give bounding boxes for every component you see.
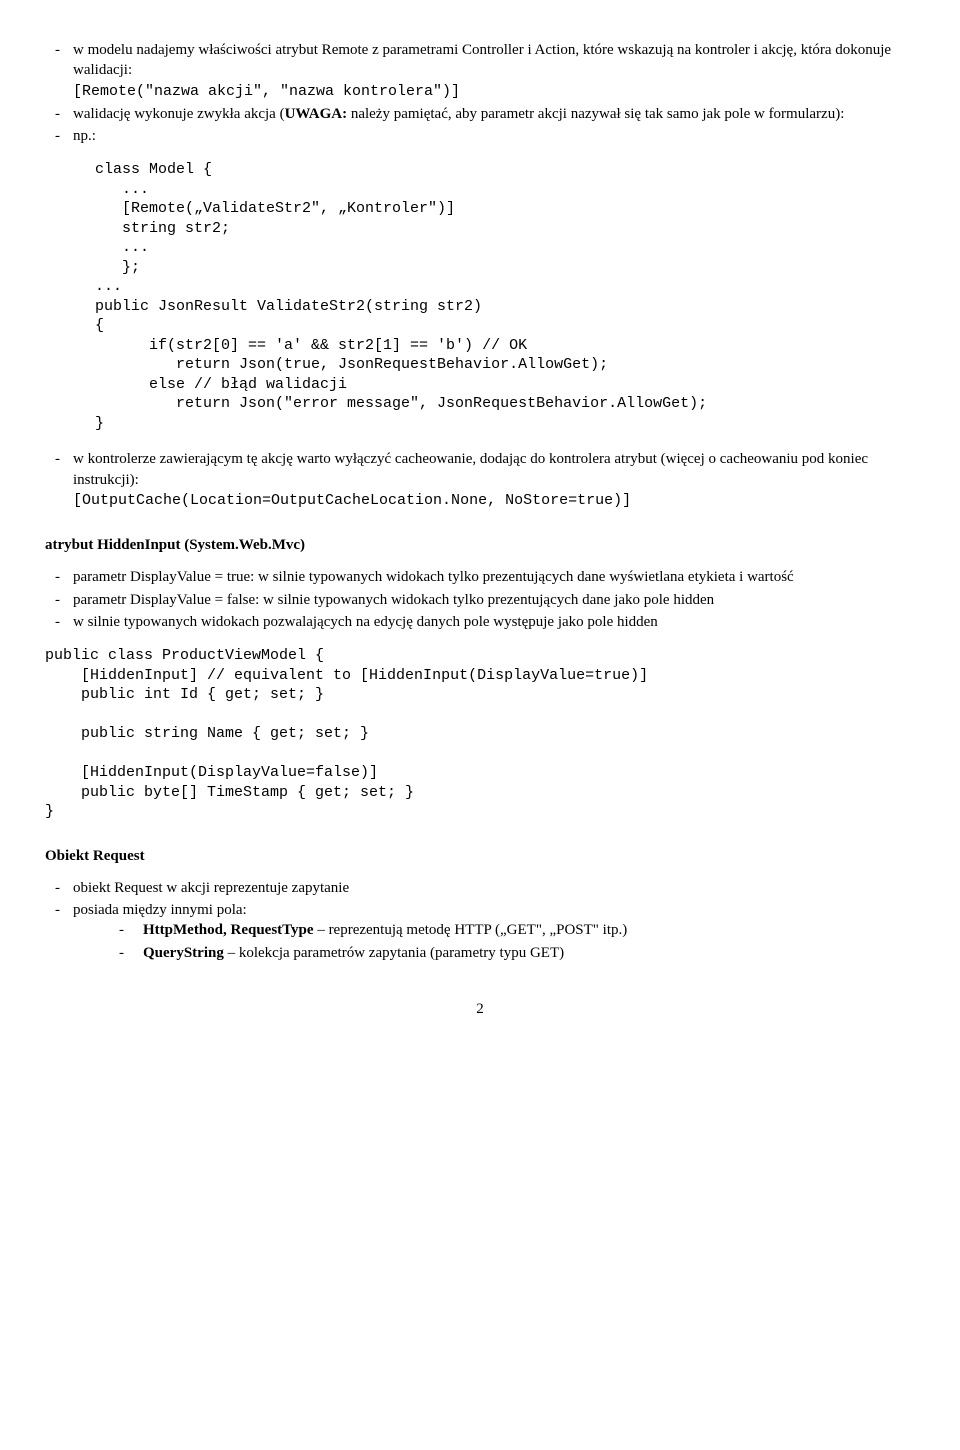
- bullet-np: np.:: [73, 126, 915, 146]
- cache-attr-code: [OutputCache(Location=OutputCacheLocatio…: [73, 492, 631, 509]
- remote-attr-code: [Remote(″nazwa akcji″, ″nazwa kontrolera…: [73, 83, 460, 100]
- bullet-request-2: posiada między innymi pola: HttpMethod, …: [73, 900, 915, 963]
- section-hiddeninput-title: atrybut HiddenInput (System.Web.Mvc): [45, 535, 915, 555]
- section-request-title: Obiekt Request: [45, 846, 915, 866]
- inner-bold-1: HttpMethod, RequestType: [143, 922, 314, 938]
- inner-rest-2: – kolekcja parametrów zapytania (paramet…: [224, 945, 564, 961]
- inner-bold-2: QueryString: [143, 945, 224, 961]
- page-number: 2: [45, 999, 915, 1019]
- uwaga-label: UWAGA:: [285, 106, 348, 122]
- bullet-remote-model: w modelu nadajemy właściwości atrybut Re…: [73, 40, 915, 102]
- bullet-hidden-3: w silnie typowanych widokach pozwalający…: [73, 612, 915, 632]
- inner-rest-1: – reprezentują metodę HTTP („GET", „POST…: [314, 922, 628, 938]
- bullet-hidden-1: parametr DisplayValue = true: w silnie t…: [73, 567, 915, 587]
- bullet-cache-text: w kontrolerze zawierającym tę akcję wart…: [73, 451, 868, 487]
- bullet-request-inner-1: HttpMethod, RequestType – reprezentują m…: [143, 920, 915, 940]
- top-bullets: w modelu nadajemy właściwości atrybut Re…: [45, 40, 915, 146]
- bullet-walidacja-uwaga: walidację wykonuje zwykła akcja (UWAGA: …: [73, 104, 915, 124]
- cache-bullet-list: w kontrolerze zawierającym tę akcję wart…: [45, 449, 915, 511]
- hidden-bullets: parametr DisplayValue = true: w silnie t…: [45, 567, 915, 632]
- bullet-request-2-text: posiada między innymi pola:: [73, 902, 247, 918]
- request-inner-bullets: HttpMethod, RequestType – reprezentują m…: [73, 920, 915, 963]
- bullet-request-1: obiekt Request w akcji reprezentuje zapy…: [73, 878, 915, 898]
- bullet-text-post: należy pamiętać, aby parametr akcji nazy…: [347, 106, 844, 122]
- bullet-text-pre: walidację wykonuje zwykła akcja (: [73, 106, 285, 122]
- request-bullets: obiekt Request w akcji reprezentuje zapy…: [45, 878, 915, 963]
- bullet-cache: w kontrolerze zawierającym tę akcję wart…: [73, 449, 915, 511]
- code-block-productviewmodel: public class ProductViewModel { [HiddenI…: [45, 646, 915, 822]
- bullet-text: np.:: [73, 128, 96, 144]
- bullet-hidden-2: parametr DisplayValue = false: w silnie …: [73, 590, 915, 610]
- bullet-text: w modelu nadajemy właściwości atrybut Re…: [73, 42, 891, 78]
- bullet-request-inner-2: QueryString – kolekcja parametrów zapyta…: [143, 943, 915, 963]
- code-block-model: class Model { ... [Remote(„ValidateStr2″…: [95, 160, 915, 433]
